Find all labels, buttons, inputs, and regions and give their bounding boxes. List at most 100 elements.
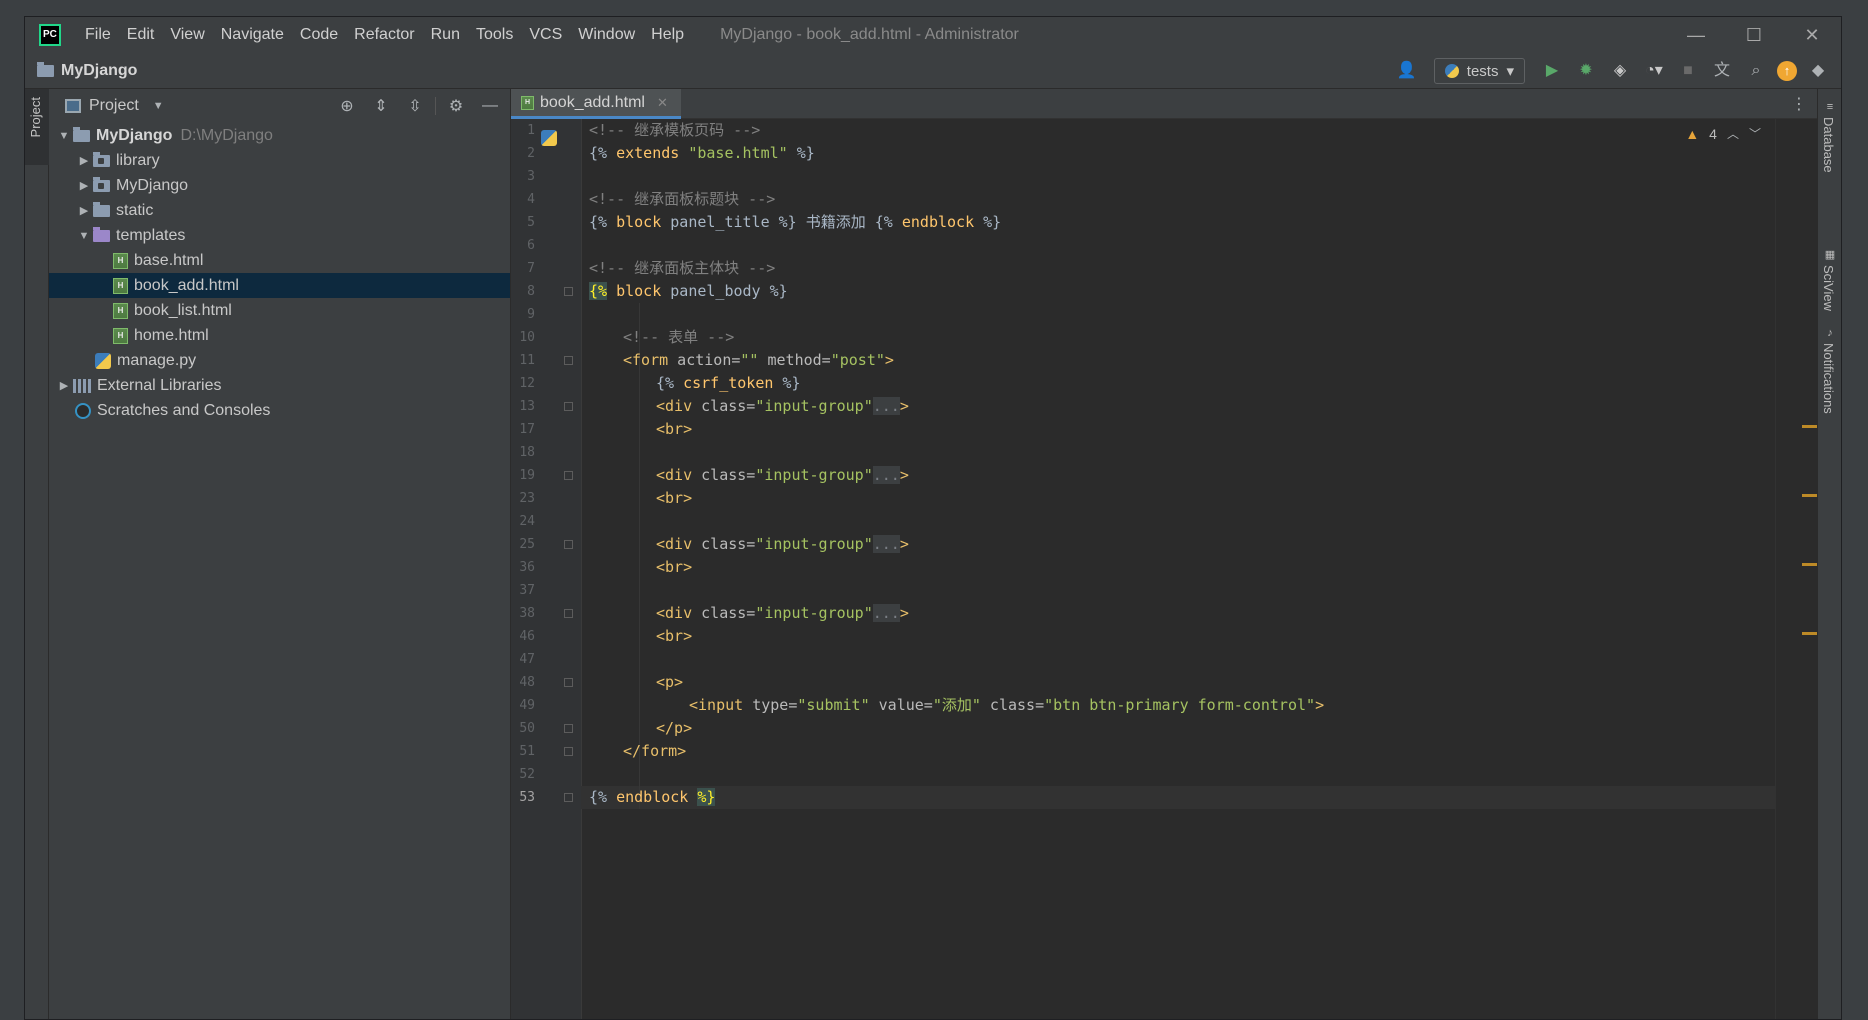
line-number: 17	[519, 422, 535, 437]
run-icon[interactable]: ▶	[1539, 58, 1565, 84]
tab-book-add-html[interactable]: H book_add.html ✕	[511, 89, 681, 119]
line-number: 38	[519, 606, 535, 621]
tree-item-external-libraries[interactable]: ▶ External Libraries	[49, 373, 510, 398]
python-file-icon	[95, 352, 111, 369]
chevron-up-icon[interactable]: ︿	[1727, 125, 1739, 142]
profile-icon[interactable]: ◔▾	[1641, 58, 1667, 84]
more-options-icon[interactable]: ⋮	[1791, 94, 1807, 114]
tree-item-static[interactable]: ▶ static	[49, 198, 510, 223]
window-controls: — ☐ ✕	[1667, 17, 1841, 53]
tree-item-home-html[interactable]: H home.html	[49, 323, 510, 348]
locate-file-icon[interactable]: ⊕	[333, 96, 361, 116]
fold-toggle-icon[interactable]	[564, 609, 573, 618]
warning-marker[interactable]	[1802, 425, 1818, 428]
project-tree: ▼ MyDjango D:\MyDjango ▶ library ▶ MyDja…	[49, 123, 510, 423]
breadcrumb-project[interactable]: MyDjango	[61, 62, 137, 80]
tree-item-library[interactable]: ▶ library	[49, 148, 510, 173]
tree-item-book-list-html[interactable]: H book_list.html	[49, 298, 510, 323]
run-config-selector[interactable]: tests ▾	[1433, 58, 1525, 84]
tree-item-label: External Libraries	[97, 376, 222, 394]
menu-code[interactable]: Code	[292, 17, 346, 53]
folded-region[interactable]: ...	[872, 466, 900, 484]
line-number: 4	[527, 192, 535, 207]
tree-item-mydjango-package[interactable]: ▶ MyDjango	[49, 173, 510, 198]
chevron-right-icon[interactable]: ▶	[55, 379, 73, 392]
debug-icon[interactable]: ✹	[1573, 58, 1599, 84]
tool-tab-database[interactable]: Database	[1821, 117, 1836, 173]
chevron-down-icon[interactable]: ﹀	[1749, 125, 1761, 142]
coverage-icon[interactable]: ◈	[1607, 58, 1633, 84]
tool-tab-notifications[interactable]: Notifications	[1821, 343, 1836, 414]
html-file-icon: H	[521, 95, 534, 110]
warning-marker[interactable]	[1802, 494, 1818, 497]
menu-bar: File Edit View Navigate Code Refactor Ru…	[77, 17, 692, 53]
code-line-48: <p>	[656, 673, 684, 691]
warning-count: 4	[1709, 125, 1717, 142]
minimize-button[interactable]: —	[1667, 17, 1725, 53]
chevron-right-icon[interactable]: ▶	[75, 154, 93, 167]
maximize-button[interactable]: ☐	[1725, 17, 1783, 53]
tree-item-book-add-html[interactable]: H book_add.html	[49, 273, 510, 298]
warning-marker[interactable]	[1802, 632, 1818, 635]
sciview-icon: ▦	[1824, 249, 1836, 261]
stop-icon[interactable]: ■	[1675, 58, 1701, 84]
tree-item-scratches[interactable]: Scratches and Consoles	[49, 398, 510, 423]
chevron-down-icon[interactable]: ▼	[153, 100, 164, 112]
menu-vcs[interactable]: VCS	[521, 17, 570, 53]
fold-toggle-icon[interactable]	[564, 747, 573, 756]
folded-region[interactable]: ...	[872, 535, 900, 553]
menu-run[interactable]: Run	[423, 17, 468, 53]
inspection-widget[interactable]: ▲ 4 ︿ ﹀	[1685, 125, 1761, 142]
chevron-right-icon[interactable]: ▶	[75, 179, 93, 192]
menu-help[interactable]: Help	[643, 17, 692, 53]
django-template-icon[interactable]	[541, 130, 557, 146]
folded-region[interactable]: ...	[872, 397, 900, 415]
close-tab-icon[interactable]: ✕	[657, 95, 668, 111]
line-number: 50	[519, 721, 535, 736]
project-tool-tab[interactable]: Project	[25, 89, 49, 165]
chevron-right-icon[interactable]: ▶	[75, 204, 93, 217]
menu-tools[interactable]: Tools	[468, 17, 521, 53]
user-account-icon[interactable]: 👤▾	[1394, 58, 1420, 105]
indent-guide	[639, 303, 640, 809]
translate-icon[interactable]: 文	[1709, 58, 1735, 84]
tree-item-templates[interactable]: ▼ templates	[49, 223, 510, 248]
fold-toggle-icon[interactable]	[564, 678, 573, 687]
chevron-down-icon[interactable]: ▼	[55, 130, 73, 142]
error-stripe[interactable]	[1775, 119, 1818, 1019]
fold-toggle-icon[interactable]	[564, 471, 573, 480]
hide-panel-icon[interactable]: —	[476, 97, 504, 115]
tool-tab-sciview[interactable]: SciView	[1821, 265, 1836, 311]
close-button[interactable]: ✕	[1783, 17, 1841, 53]
chevron-down-icon[interactable]: ▼	[75, 230, 93, 242]
tree-item-label: book_add.html	[134, 276, 239, 294]
expand-all-icon[interactable]: ⇕	[367, 96, 395, 116]
line-number: 1	[527, 123, 535, 138]
warning-marker[interactable]	[1802, 563, 1818, 566]
code-area[interactable]: <!-- 继承模板页码 --> {% extends "base.html" %…	[581, 119, 1775, 1019]
fold-toggle-icon[interactable]	[564, 793, 573, 802]
fold-toggle-icon[interactable]	[564, 402, 573, 411]
search-icon[interactable]: ⌕	[1743, 58, 1769, 84]
menu-edit[interactable]: Edit	[119, 17, 163, 53]
collapse-all-icon[interactable]: ⇳	[401, 96, 429, 116]
tree-item-label: home.html	[134, 326, 209, 344]
tree-item-manage-py[interactable]: manage.py	[49, 348, 510, 373]
fold-toggle-icon[interactable]	[564, 724, 573, 733]
fold-toggle-icon[interactable]	[564, 356, 573, 365]
gear-icon[interactable]: ⚙	[442, 96, 470, 116]
menu-refactor[interactable]: Refactor	[346, 17, 422, 53]
menu-view[interactable]: View	[162, 17, 212, 53]
fold-toggle-icon[interactable]	[564, 540, 573, 549]
jetbrains-toolbox-icon[interactable]: ◆	[1805, 58, 1831, 84]
tree-item-label: MyDjango	[116, 176, 189, 194]
folded-region[interactable]: ...	[872, 604, 900, 622]
menu-file[interactable]: File	[77, 17, 119, 53]
project-view-selector[interactable]: Project	[89, 97, 139, 115]
update-icon[interactable]: ↑	[1777, 61, 1797, 81]
menu-navigate[interactable]: Navigate	[213, 17, 292, 53]
menu-window[interactable]: Window	[570, 17, 643, 53]
tree-item-base-html[interactable]: H base.html	[49, 248, 510, 273]
fold-toggle-icon[interactable]	[564, 287, 573, 296]
tree-item-mydjango-root[interactable]: ▼ MyDjango D:\MyDjango	[49, 123, 510, 148]
